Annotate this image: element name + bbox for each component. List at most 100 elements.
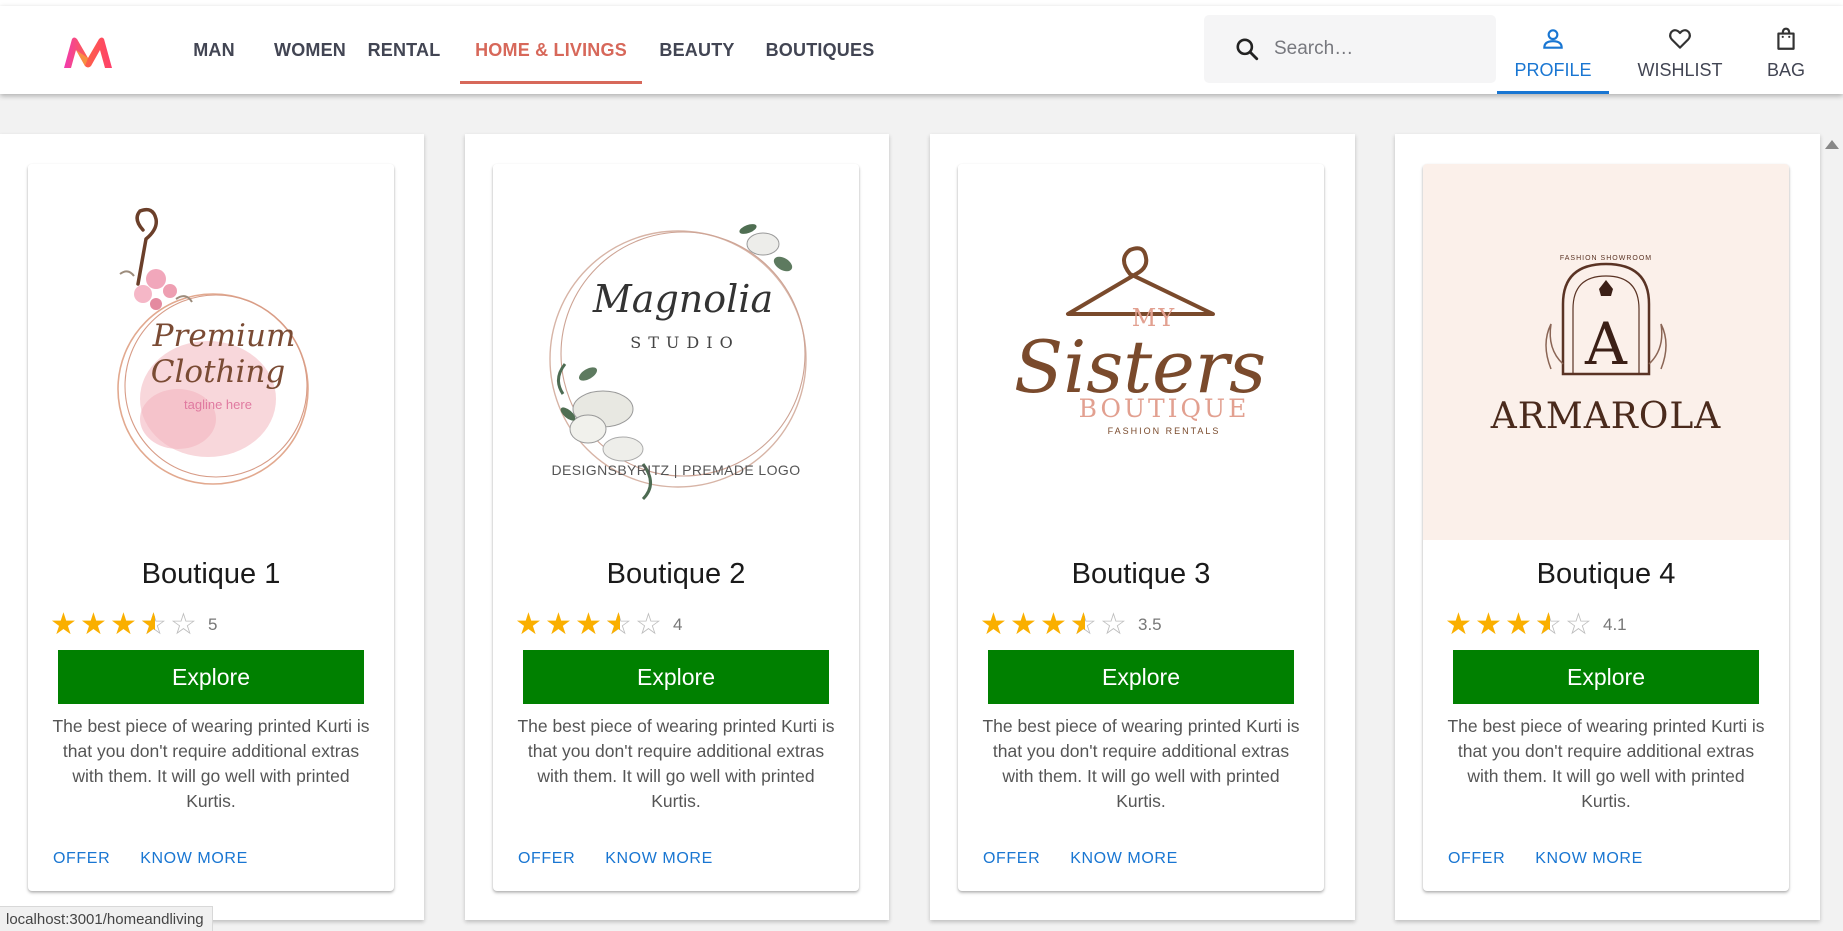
nav-label: RENTAL [367, 39, 441, 60]
card-description: The best piece of wearing printed Kurti … [982, 716, 1300, 811]
boutique-card: A FASHION SHOWROOM ARMAROLA Boutique 4 ★… [1423, 164, 1789, 891]
star-empty-icon[interactable]: ☆ [170, 610, 200, 640]
nav-label: BOUTIQUES [765, 39, 875, 60]
logo-text: Premium [152, 318, 296, 354]
star-full-icon[interactable]: ★ [50, 610, 80, 640]
star-full-icon[interactable]: ★ [980, 610, 1010, 640]
know-more-button[interactable]: KNOW MORE [605, 850, 713, 880]
logo-text: BOUTIQUE [1079, 394, 1250, 423]
star-full-icon[interactable]: ★ [1505, 610, 1535, 640]
rating-value: 4.1 [1603, 615, 1627, 634]
myntra-logo-icon[interactable] [62, 36, 114, 70]
offer-button[interactable]: OFFER [53, 850, 110, 880]
nav-label: WOMEN [274, 39, 346, 60]
search-icon [1236, 38, 1259, 61]
logo-text: FASHION SHOWROOM [1560, 255, 1652, 262]
logo-text: STUDIO [630, 333, 739, 352]
card-description: The best piece of wearing printed Kurti … [52, 716, 370, 811]
card-description: The best piece of wearing printed Kurti … [517, 716, 835, 811]
wishlist-button[interactable]: WISHLIST [1622, 18, 1738, 94]
star-full-icon[interactable]: ★ [1445, 610, 1475, 640]
search-bar[interactable] [1204, 15, 1496, 83]
card-actions: OFFER KNOW MORE [493, 850, 713, 880]
bag-button[interactable]: BAG [1752, 18, 1820, 94]
nav-label: HOME & LIVINGS [475, 39, 627, 60]
logo-tagline: tagline here [184, 397, 252, 412]
rating-value: 5 [208, 615, 218, 634]
know-more-button[interactable]: KNOW MORE [1535, 850, 1643, 880]
profile-button[interactable]: PROFILE [1497, 18, 1609, 94]
status-bar-url: localhost:3001/homeandliving [0, 906, 213, 931]
offer-button[interactable]: OFFER [518, 850, 575, 880]
nav-label: BEAUTY [659, 39, 735, 60]
explore-button[interactable]: Explore [1453, 650, 1759, 704]
nav-item-women[interactable]: WOMEN [258, 6, 362, 94]
offer-button[interactable]: OFFER [1448, 850, 1505, 880]
star-half-icon[interactable]: ☆ ★ [605, 610, 635, 640]
boutique-card: Magnolia STUDIO DESIGNSBYRITZ | PREMADE … [493, 164, 859, 891]
logo-text: ARMAROLA [1490, 396, 1722, 437]
wishlist-label: WISHLIST [1637, 60, 1723, 80]
rating-value: 4 [673, 615, 683, 634]
logo-text: Magnolia [592, 277, 773, 321]
search-input[interactable] [1274, 38, 1474, 60]
nav-label: MAN [193, 39, 235, 60]
card-description: The best piece of wearing printed Kurti … [1447, 716, 1765, 811]
star-empty-icon[interactable]: ☆ [635, 610, 665, 640]
explore-button[interactable]: Explore [58, 650, 364, 704]
heart-icon [1669, 29, 1691, 49]
card-title: Boutique 2 [606, 558, 746, 590]
nav-item-rental[interactable]: RENTAL [362, 6, 446, 94]
boutique-card: Premium Clothing tagline here Boutique 1… [28, 164, 394, 891]
nav-item-home-livings[interactable]: HOME & LIVINGS [460, 6, 642, 94]
card-title: Boutique 4 [1536, 558, 1676, 590]
logo-tagline: FASHION RENTALS [1108, 426, 1221, 436]
star-rating[interactable]: ★ ★ ★ ☆ ★ ☆ 4 [515, 610, 682, 640]
star-rating[interactable]: ★ ★ ★ ☆ ★ ☆ 5 [50, 610, 217, 640]
top-app-bar: MAN WOMEN RENTAL HOME & LIVINGS BEAUTY B… [0, 6, 1843, 94]
nav-item-boutiques[interactable]: BOUTIQUES [762, 6, 878, 94]
star-full-icon[interactable]: ★ [1010, 610, 1040, 640]
star-half-icon[interactable]: ☆ ★ [140, 610, 170, 640]
star-full-icon[interactable]: ★ [1040, 610, 1070, 640]
rating-value: 3.5 [1138, 615, 1162, 634]
bag-label: BAG [1766, 60, 1805, 80]
offer-button[interactable]: OFFER [983, 850, 1040, 880]
my-sisters-boutique-logo[interactable]: MY Sisters BOUTIQUE FASHION RENTALS [958, 164, 1324, 540]
card-title: Boutique 3 [1071, 558, 1211, 590]
star-half-icon[interactable]: ☆ ★ [1070, 610, 1100, 640]
star-rating[interactable]: ★ ★ ★ ☆ ★ ☆ 3.5 [980, 610, 1162, 640]
armarola-logo[interactable]: A FASHION SHOWROOM ARMAROLA [1423, 164, 1789, 540]
nav-item-beauty[interactable]: BEAUTY [642, 6, 752, 94]
profile-label: PROFILE [1514, 60, 1592, 80]
star-full-icon[interactable]: ★ [80, 610, 110, 640]
card-title: Boutique 1 [141, 558, 281, 590]
bag-icon [1777, 27, 1795, 50]
boutique-card: MY Sisters BOUTIQUE FASHION RENTALS Bout… [958, 164, 1324, 891]
star-full-icon[interactable]: ★ [1475, 610, 1505, 640]
logo-text: Clothing [151, 354, 285, 390]
magnolia-studio-logo[interactable]: Magnolia STUDIO DESIGNSBYRITZ | PREMADE … [493, 164, 859, 540]
card-actions: OFFER KNOW MORE [28, 850, 248, 880]
star-full-icon[interactable]: ★ [515, 610, 545, 640]
card-actions: OFFER KNOW MORE [958, 850, 1178, 880]
profile-icon [1543, 29, 1563, 49]
main-nav: MAN WOMEN RENTAL HOME & LIVINGS BEAUTY B… [180, 6, 878, 94]
logo-footer: DESIGNSBYRITZ | PREMADE LOGO [552, 462, 801, 478]
know-more-button[interactable]: KNOW MORE [140, 850, 248, 880]
card-actions: OFFER KNOW MORE [1423, 850, 1643, 880]
star-full-icon[interactable]: ★ [575, 610, 605, 640]
star-full-icon[interactable]: ★ [545, 610, 575, 640]
star-empty-icon[interactable]: ☆ [1100, 610, 1130, 640]
star-rating[interactable]: ★ ★ ★ ☆ ★ ☆ 4.1 [1445, 610, 1627, 640]
premium-clothing-logo[interactable]: Premium Clothing tagline here [28, 164, 394, 540]
logo-text: A [1584, 310, 1628, 378]
explore-button[interactable]: Explore [988, 650, 1294, 704]
scroll-up-arrow-icon[interactable] [1825, 140, 1839, 149]
star-full-icon[interactable]: ★ [110, 610, 140, 640]
nav-item-man[interactable]: MAN [180, 6, 248, 94]
star-empty-icon[interactable]: ☆ [1565, 610, 1595, 640]
explore-button[interactable]: Explore [523, 650, 829, 704]
know-more-button[interactable]: KNOW MORE [1070, 850, 1178, 880]
star-half-icon[interactable]: ☆ ★ [1535, 610, 1565, 640]
